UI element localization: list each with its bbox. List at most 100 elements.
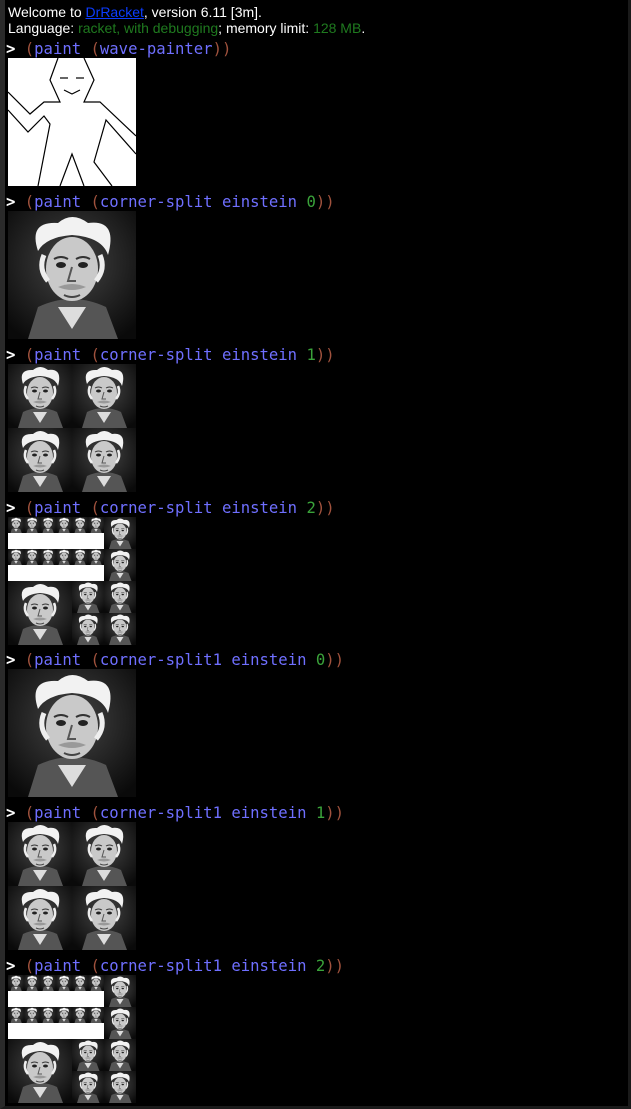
argument-number: 2 (315, 957, 326, 975)
version-text: , version 6.11 [3m]. (143, 4, 262, 20)
inner-function-name: corner-split1 (99, 957, 222, 975)
argument-number: 2 (306, 499, 316, 517)
open-paren: ( (90, 957, 100, 975)
close-parens: )) (212, 40, 232, 58)
repl-expression[interactable]: > (paint (corner-split einstein 2)) (6, 499, 335, 517)
open-paren: ( (90, 193, 100, 211)
argument-symbol: einstein (221, 499, 298, 517)
prompt-marker: > (6, 651, 16, 669)
open-paren: ( (90, 40, 100, 58)
memory-suffix: . (361, 20, 366, 36)
prompt-marker: > (6, 193, 16, 211)
close-parens: )) (325, 651, 345, 669)
einstein-painting-image (8, 669, 136, 797)
argument-number: 0 (306, 193, 316, 211)
einstein-painting-image (8, 822, 136, 950)
function-name: paint (34, 651, 82, 669)
inner-function-name: corner-split (99, 346, 213, 364)
prompt-marker: > (6, 346, 16, 364)
open-paren: ( (24, 193, 35, 211)
open-paren: ( (24, 346, 35, 364)
open-paren: ( (24, 499, 35, 517)
argument-symbol: einstein (231, 651, 307, 669)
language-value: racket, with debugging (78, 20, 219, 36)
open-paren: ( (90, 804, 100, 822)
repl-expression[interactable]: > (paint (corner-split einstein 0)) (6, 193, 335, 211)
prompt-marker: > (6, 957, 16, 975)
open-paren: ( (24, 804, 35, 822)
open-paren: ( (24, 651, 35, 669)
inner-function-name: corner-split1 (99, 651, 222, 669)
function-name: paint (34, 193, 82, 211)
repl-expression[interactable]: > (paint (corner-split1 einstein 0)) (6, 651, 344, 669)
memory-label: ; memory limit: (218, 20, 314, 36)
language-line: Language: racket, with debugging; memory… (8, 20, 365, 36)
argument-symbol: einstein (221, 346, 298, 364)
close-parens: )) (315, 499, 335, 517)
open-paren: ( (24, 957, 35, 975)
inner-function-name: corner-split1 (99, 804, 222, 822)
inner-function-name: wave-painter (99, 40, 213, 58)
prompt-marker: > (6, 40, 16, 58)
close-parens: )) (315, 346, 335, 364)
einstein-painting-image (8, 211, 136, 339)
argument-symbol: einstein (231, 804, 307, 822)
language-label: Language: (8, 20, 79, 36)
close-parens: )) (315, 193, 335, 211)
open-paren: ( (90, 346, 100, 364)
argument-number: 1 (315, 804, 326, 822)
drracket-link[interactable]: DrRacket (86, 4, 144, 20)
repl-expression[interactable]: > (paint (corner-split einstein 1)) (6, 346, 335, 364)
function-name: paint (34, 346, 82, 364)
prompt-marker: > (6, 499, 16, 517)
open-paren: ( (90, 651, 100, 669)
einstein-painting-image (8, 364, 136, 492)
function-name: paint (34, 957, 82, 975)
memory-value: 128 MB (313, 20, 362, 36)
argument-number: 1 (306, 346, 316, 364)
welcome-prefix: Welcome to (8, 4, 86, 20)
inner-function-name: corner-split (99, 499, 213, 517)
close-parens: )) (325, 957, 345, 975)
argument-number: 0 (315, 651, 326, 669)
prompt-marker: > (6, 804, 16, 822)
function-name: paint (34, 40, 82, 58)
wave-painter-image (8, 58, 136, 186)
inner-function-name: corner-split (99, 193, 213, 211)
einstein-painting-image (8, 975, 136, 1103)
einstein-painting-image (8, 517, 136, 645)
interactions-pane[interactable]: Welcome to DrRacket, version 6.11 [3m]. … (0, 0, 631, 1109)
argument-symbol: einstein (221, 193, 298, 211)
repl-expression[interactable]: > (paint (corner-split1 einstein 2)) (6, 957, 344, 975)
close-parens: )) (325, 804, 345, 822)
repl-expression[interactable]: > (paint (corner-split1 einstein 1)) (6, 804, 344, 822)
open-paren: ( (90, 499, 100, 517)
repl-expression[interactable]: > (paint (wave-painter)) (6, 40, 231, 58)
welcome-line: Welcome to DrRacket, version 6.11 [3m]. (8, 4, 262, 20)
open-paren: ( (24, 40, 35, 58)
function-name: paint (34, 499, 82, 517)
function-name: paint (34, 804, 82, 822)
argument-symbol: einstein (231, 957, 307, 975)
